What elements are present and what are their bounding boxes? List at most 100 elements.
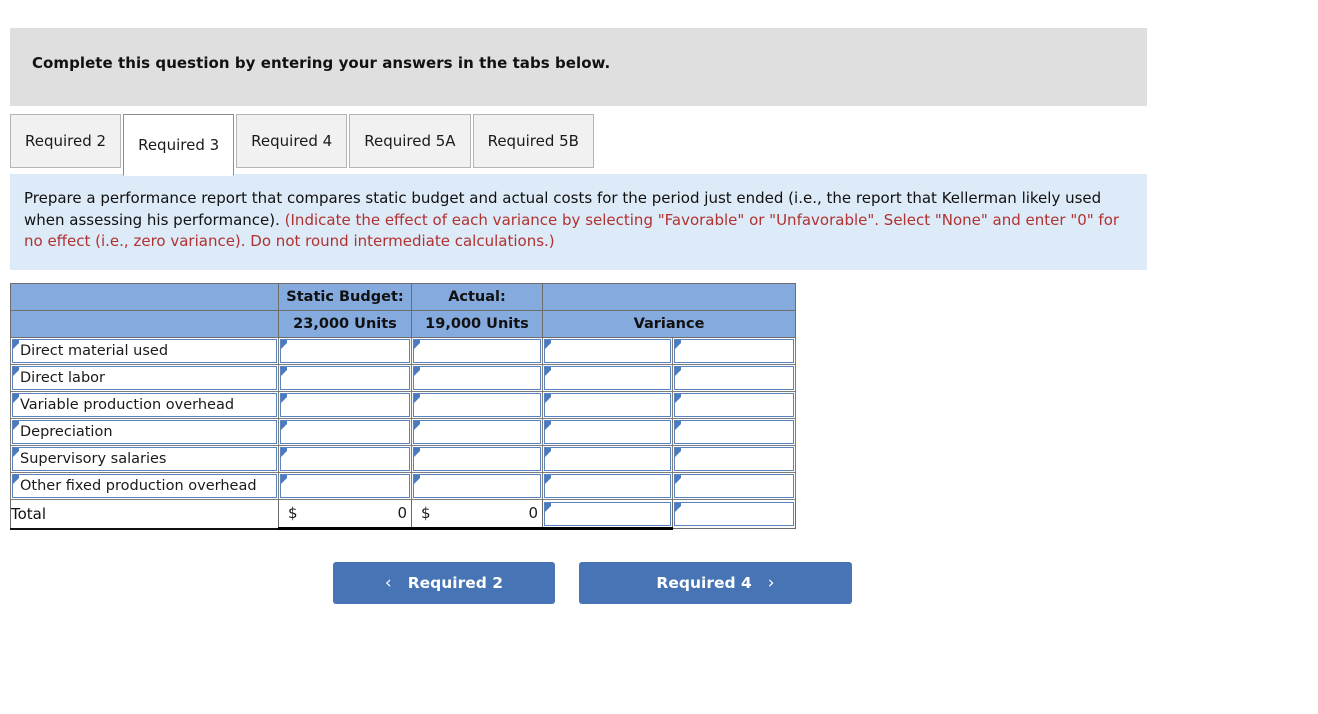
table-row: Direct material used: [10, 337, 796, 365]
header-static-budget-units: 23,000 Units: [278, 310, 412, 338]
tab-label: Required 4: [251, 132, 333, 150]
actual-input[interactable]: [413, 393, 541, 417]
cell-actual-direct-material-used[interactable]: [411, 337, 543, 365]
tab-required-2[interactable]: Required 2: [10, 114, 122, 168]
total-static-budget-value: 0: [397, 504, 407, 522]
total-variance-amount-input[interactable]: [544, 501, 671, 526]
row-label-cell-variable-production-overhead[interactable]: Variable production overhead: [10, 391, 279, 419]
actual-input[interactable]: [413, 420, 541, 444]
performance-report-table: Static Budget: Actual: 23,000 Units 19,0…: [10, 283, 796, 530]
static-budget-input[interactable]: [280, 339, 410, 363]
total-static-budget: $ 0: [278, 499, 412, 530]
actual-input[interactable]: [413, 474, 541, 498]
chevron-left-icon: ‹: [384, 572, 392, 593]
row-label-select[interactable]: Supervisory salaries: [12, 447, 277, 471]
tab-required-3[interactable]: Required 3: [123, 114, 235, 176]
variance-amount-input[interactable]: [544, 447, 671, 471]
variance-effect-select[interactable]: [674, 366, 794, 390]
total-label: Total: [10, 499, 279, 530]
cell-actual-direct-labor[interactable]: [411, 364, 543, 392]
tab-required-5b[interactable]: Required 5B: [472, 114, 594, 168]
static-budget-input[interactable]: [280, 393, 410, 417]
actual-input[interactable]: [413, 447, 541, 471]
cell-variance-amount-direct-material-used[interactable]: [542, 337, 673, 365]
cell-variance-amount-variable-production-overhead[interactable]: [542, 391, 673, 419]
table-total-row: Total $ 0 $ 0: [10, 499, 796, 530]
cell-actual-supervisory-salaries[interactable]: [411, 445, 543, 473]
row-label-select[interactable]: Direct material used: [12, 339, 277, 363]
table-row: Variable production overhead: [10, 391, 796, 419]
header-actual-units: 19,000 Units: [411, 310, 543, 338]
cell-actual-depreciation[interactable]: [411, 418, 543, 446]
tab-required-4[interactable]: Required 4: [236, 114, 348, 168]
next-requirement-button[interactable]: Required 4 ›: [579, 562, 852, 604]
variance-effect-select[interactable]: [674, 447, 794, 471]
previous-requirement-button[interactable]: ‹ Required 2: [333, 562, 555, 604]
cell-total-variance-amount[interactable]: [542, 499, 673, 530]
cell-static-budget-direct-material-used[interactable]: [278, 337, 412, 365]
total-actual-value: 0: [528, 504, 538, 522]
row-label-cell-direct-material-used[interactable]: Direct material used: [10, 337, 279, 365]
cell-total-variance-effect[interactable]: [672, 499, 796, 529]
previous-requirement-label: Required 2: [407, 574, 504, 592]
total-actual: $ 0: [411, 499, 543, 530]
banner-text: Complete this question by entering your …: [32, 54, 611, 72]
cell-static-budget-other-fixed-production-overhead[interactable]: [278, 472, 412, 500]
variance-amount-input[interactable]: [544, 393, 671, 417]
currency-symbol: $: [421, 504, 431, 522]
cell-variance-effect-depreciation[interactable]: [672, 418, 796, 446]
cell-variance-effect-direct-material-used[interactable]: [672, 337, 796, 365]
static-budget-input[interactable]: [280, 447, 410, 471]
variance-effect-select[interactable]: [674, 474, 794, 498]
row-label-select[interactable]: Other fixed production overhead: [12, 474, 277, 498]
tab-label: Required 5A: [364, 132, 456, 150]
table-header-row-2: 23,000 Units 19,000 Units Variance: [10, 310, 796, 338]
tab-label: Required 2: [25, 132, 107, 150]
row-label-cell-other-fixed-production-overhead[interactable]: Other fixed production overhead: [10, 472, 279, 500]
table-row: Direct labor: [10, 364, 796, 392]
cell-static-budget-depreciation[interactable]: [278, 418, 412, 446]
header-blank-1: [10, 283, 279, 311]
variance-amount-input[interactable]: [544, 366, 671, 390]
row-label-cell-direct-labor[interactable]: Direct labor: [10, 364, 279, 392]
row-label-cell-supervisory-salaries[interactable]: Supervisory salaries: [10, 445, 279, 473]
header-variance: Variance: [542, 310, 796, 338]
static-budget-input[interactable]: [280, 474, 410, 498]
cell-static-budget-direct-labor[interactable]: [278, 364, 412, 392]
actual-input[interactable]: [413, 366, 541, 390]
static-budget-input[interactable]: [280, 366, 410, 390]
row-label-cell-depreciation[interactable]: Depreciation: [10, 418, 279, 446]
cell-variance-amount-other-fixed-production-overhead[interactable]: [542, 472, 673, 500]
tab-label: Required 3: [138, 136, 220, 154]
variance-effect-select[interactable]: [674, 393, 794, 417]
cell-variance-effect-supervisory-salaries[interactable]: [672, 445, 796, 473]
cell-variance-amount-direct-labor[interactable]: [542, 364, 673, 392]
cell-variance-amount-supervisory-salaries[interactable]: [542, 445, 673, 473]
cell-static-budget-supervisory-salaries[interactable]: [278, 445, 412, 473]
total-variance-effect-select[interactable]: [674, 502, 794, 526]
header-actual: Actual:: [411, 283, 543, 311]
variance-effect-select[interactable]: [674, 339, 794, 363]
variance-effect-select[interactable]: [674, 420, 794, 444]
variance-amount-input[interactable]: [544, 474, 671, 498]
cell-static-budget-variable-production-overhead[interactable]: [278, 391, 412, 419]
instructions-text: Prepare a performance report that compar…: [24, 188, 1131, 253]
cell-variance-effect-variable-production-overhead[interactable]: [672, 391, 796, 419]
table-row: Supervisory salaries: [10, 445, 796, 473]
variance-amount-input[interactable]: [544, 339, 671, 363]
tab-required-5a[interactable]: Required 5A: [349, 114, 471, 168]
cell-variance-effect-direct-labor[interactable]: [672, 364, 796, 392]
static-budget-input[interactable]: [280, 420, 410, 444]
cell-actual-variable-production-overhead[interactable]: [411, 391, 543, 419]
row-label-select[interactable]: Variable production overhead: [12, 393, 277, 417]
cell-variance-effect-other-fixed-production-overhead[interactable]: [672, 472, 796, 500]
row-label-select[interactable]: Direct labor: [12, 366, 277, 390]
row-label-select[interactable]: Depreciation: [12, 420, 277, 444]
next-requirement-label: Required 4: [656, 574, 752, 592]
cell-variance-amount-depreciation[interactable]: [542, 418, 673, 446]
actual-input[interactable]: [413, 339, 541, 363]
header-blank-variance: [542, 283, 796, 311]
table-row: Other fixed production overhead: [10, 472, 796, 500]
cell-actual-other-fixed-production-overhead[interactable]: [411, 472, 543, 500]
variance-amount-input[interactable]: [544, 420, 671, 444]
